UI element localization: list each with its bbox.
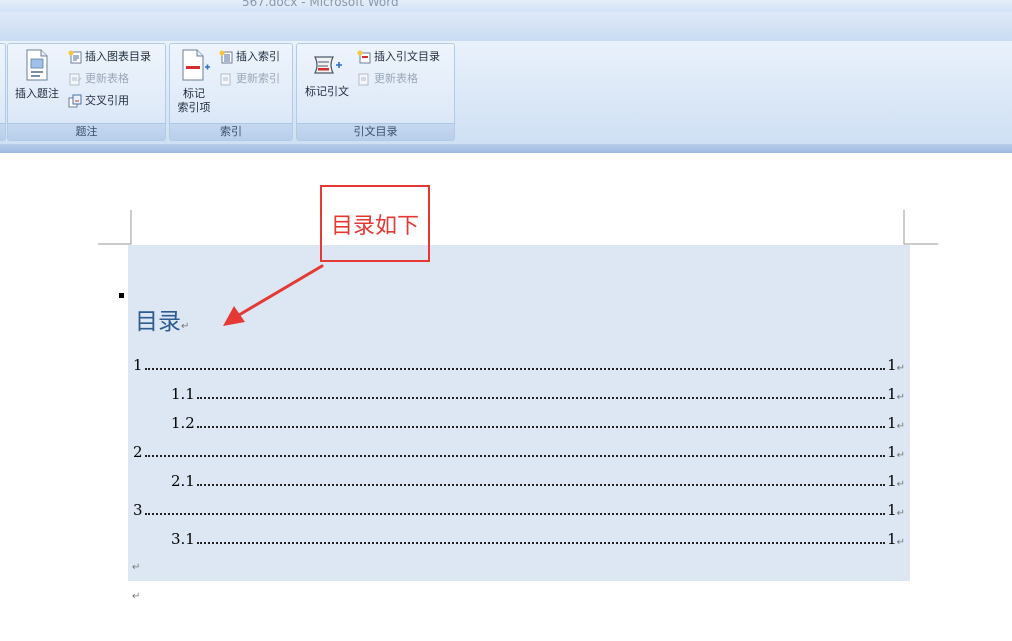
paragraph-mark: ↵ — [132, 591, 141, 602]
toc-entry-page: 1 — [887, 414, 897, 432]
paragraph-mark: ↵ — [181, 321, 190, 332]
paragraph-mark: ↵ — [132, 562, 141, 573]
insert-table-of-figures-icon — [68, 50, 82, 64]
toc-entry[interactable]: 1.2 1 ↵ — [171, 410, 905, 432]
toc-entry-page: 1 — [887, 501, 897, 519]
toc-entry-number: 3 — [133, 501, 143, 519]
paragraph-mark: ↵ — [896, 421, 905, 432]
group-label-index: 索引 — [220, 125, 242, 138]
paragraph-mark: ↵ — [896, 363, 905, 374]
toc-leader-dots — [196, 425, 886, 428]
paragraph-mark: ↵ — [896, 392, 905, 403]
cross-reference-icon — [68, 94, 82, 108]
update-index-icon — [219, 72, 233, 86]
toc-leader-dots — [196, 541, 886, 544]
insert-caption-button[interactable]: 插入题注 — [11, 49, 63, 101]
margin-corner-top-left — [98, 210, 132, 245]
update-table-icon — [68, 72, 82, 86]
update-table-label: 更新表格 — [85, 72, 129, 85]
toc-heading: 目录↵ — [135, 302, 189, 336]
window-title: 567.docx - Microsoft Word — [242, 0, 399, 9]
toc-entry-number: 1.2 — [171, 414, 195, 432]
title-bar: 567.docx - Microsoft Word — [0, 0, 1012, 12]
toc-entry-number: 1.1 — [171, 385, 195, 403]
ribbon-group-table-of-authorities: 标记引文 插入引文目录 更新表格 引文目录 — [296, 43, 455, 141]
toc-entry-page: 1 — [887, 530, 897, 548]
toc-entry[interactable]: 1 1 ↵ — [133, 352, 905, 374]
cross-reference-label: 交叉引用 — [85, 94, 129, 107]
toc-leader-dots — [196, 396, 886, 399]
toc-entry-number: 1 — [133, 356, 143, 374]
paragraph-mark: ↵ — [896, 508, 905, 519]
update-table-icon — [357, 72, 371, 86]
ribbon: 插入题注 插入图表目录 更新表格 交叉引用 题注 标记 索引项 插入索引 更新索… — [0, 41, 1012, 144]
annotation-text: 目录如下 — [330, 213, 419, 239]
toc-entry-number: 3.1 — [171, 530, 195, 548]
toc-entry[interactable]: 1.1 1 ↵ — [171, 381, 905, 403]
paragraph-mark: ↵ — [896, 479, 905, 490]
toc-entry[interactable]: 3 1 ↵ — [133, 497, 905, 519]
update-table-button[interactable]: 更新表格 — [68, 70, 129, 88]
ribbon-group-previous — [0, 43, 6, 141]
mark-citation-label: 标记引文 — [305, 85, 349, 98]
insert-table-of-authorities-icon — [357, 50, 371, 64]
toc-entry-page: 1 — [887, 385, 897, 403]
paragraph-mark: ↵ — [896, 450, 905, 461]
mark-citation-button[interactable]: 标记引文 — [299, 53, 355, 99]
margin-corner-top-right — [903, 210, 938, 245]
ribbon-group-index: 标记 索引项 插入索引 更新索引 索引 — [169, 43, 293, 141]
ribbon-bottom-border — [0, 144, 1012, 153]
update-table-of-authorities-button[interactable]: 更新表格 — [357, 70, 418, 88]
toc-entry[interactable]: 3.1 1 ↵ — [171, 526, 905, 548]
toc-entry-number: 2 — [133, 443, 143, 461]
ribbon-tab-strip — [0, 12, 1012, 42]
toc-entry-page: 1 — [887, 443, 897, 461]
toc-leader-dots — [196, 483, 886, 486]
update-index-label: 更新索引 — [236, 72, 280, 85]
paragraph-mark: ↵ — [896, 537, 905, 548]
annotation-box: 目录如下 — [320, 185, 430, 262]
mark-citation-icon — [299, 53, 355, 83]
insert-index-button[interactable]: 插入索引 — [219, 48, 280, 66]
group-label-table-of-authorities: 引文目录 — [353, 125, 398, 138]
toc-entry-number: 2.1 — [171, 472, 195, 490]
insert-index-icon — [219, 50, 233, 64]
toc-leader-dots — [144, 367, 886, 370]
toc-entry[interactable]: 2.1 1 ↵ — [171, 468, 905, 490]
annotation-arrow — [223, 264, 324, 326]
toc-entry-page: 1 — [887, 472, 897, 490]
insert-index-label: 插入索引 — [236, 50, 280, 63]
insert-table-of-figures-button[interactable]: 插入图表目录 — [68, 48, 151, 66]
update-table-of-authorities-label: 更新表格 — [374, 72, 418, 85]
toc-leader-dots — [144, 454, 886, 457]
ribbon-group-captions: 插入题注 插入图表目录 更新表格 交叉引用 题注 — [7, 43, 166, 141]
paragraph-anchor-marker — [119, 293, 124, 298]
insert-table-of-authorities-label: 插入引文目录 — [374, 50, 440, 63]
mark-index-entry-label-1: 标记 — [183, 87, 205, 100]
insert-table-of-authorities-button[interactable]: 插入引文目录 — [357, 48, 440, 66]
mark-index-entry-button[interactable]: 标记 索引项 — [172, 49, 216, 115]
toc-leader-dots — [144, 512, 886, 515]
mark-index-entry-label-2: 索引项 — [177, 101, 211, 114]
insert-caption-icon — [11, 49, 63, 85]
insert-table-of-figures-label: 插入图表目录 — [85, 50, 151, 63]
group-label-captions: 题注 — [75, 125, 98, 138]
toc-entry-page: 1 — [887, 356, 897, 374]
toc-entry[interactable]: 2 1 ↵ — [133, 439, 905, 461]
cross-reference-button[interactable]: 交叉引用 — [68, 92, 129, 110]
insert-caption-label: 插入题注 — [15, 87, 59, 100]
mark-index-entry-icon — [172, 49, 216, 85]
toc-heading-text: 目录 — [135, 309, 181, 335]
update-index-button[interactable]: 更新索引 — [219, 70, 280, 88]
